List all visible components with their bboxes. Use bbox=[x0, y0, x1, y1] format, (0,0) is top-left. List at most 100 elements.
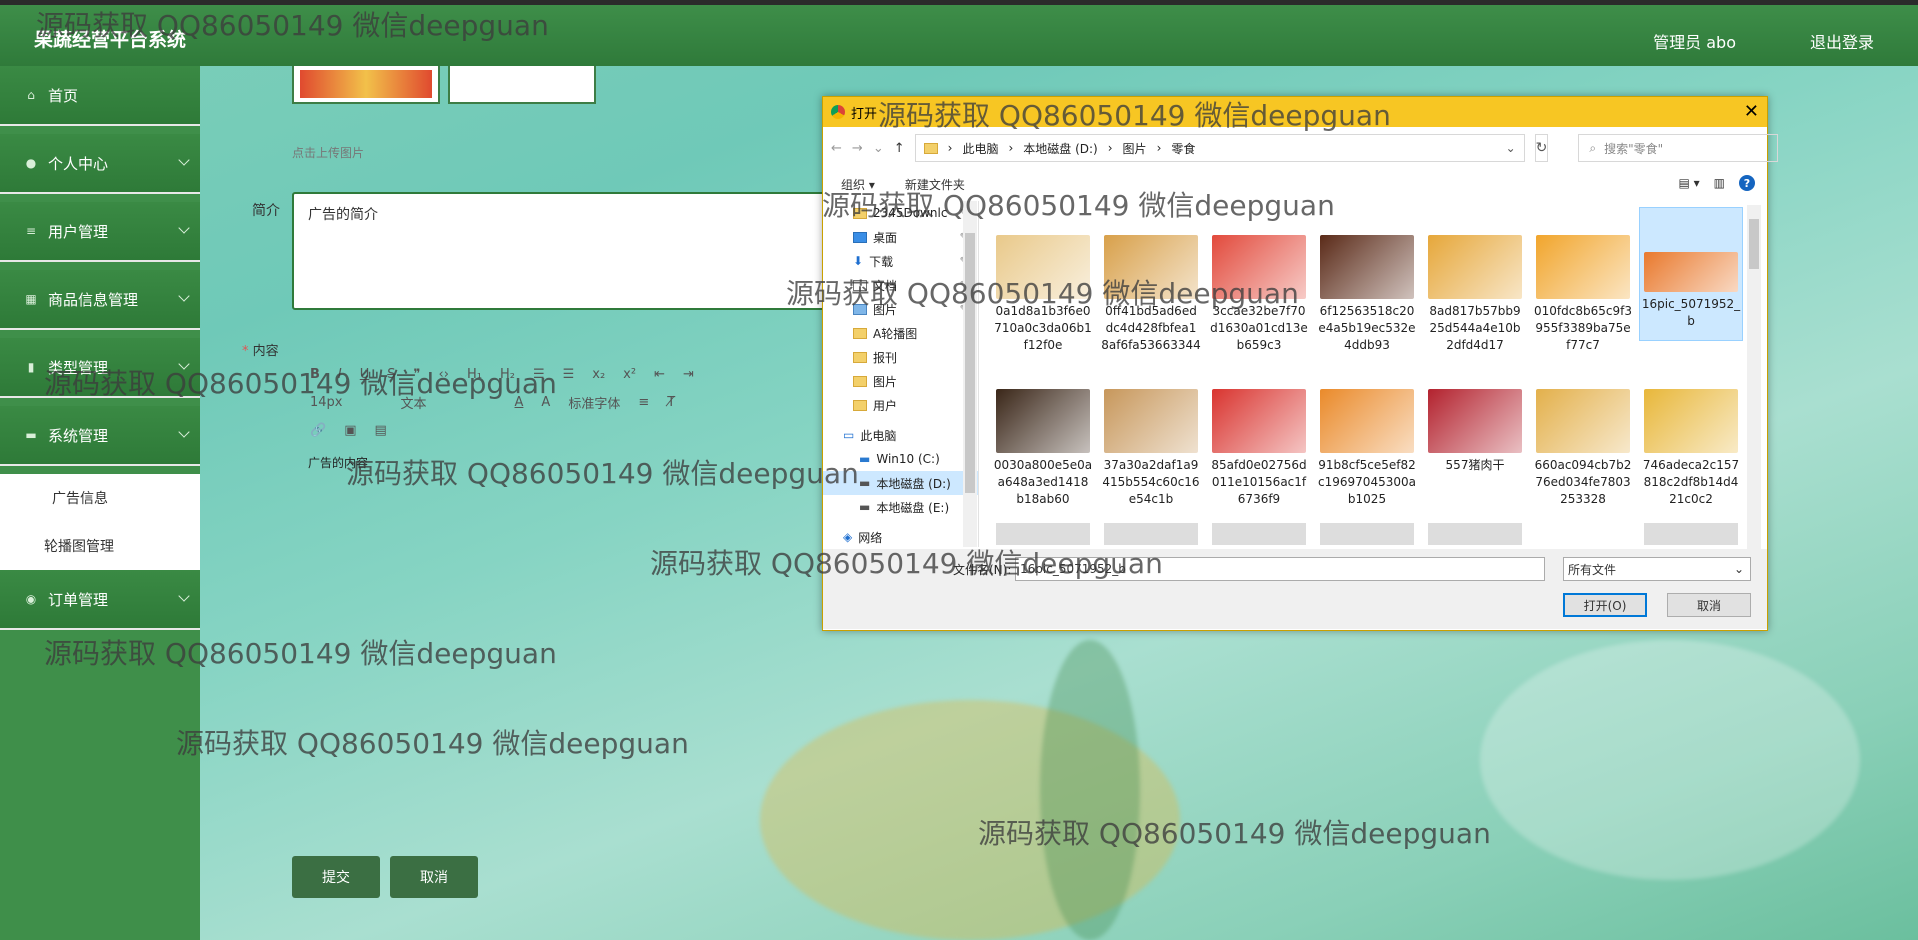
file-item[interactable]: 16pic_5071952_ b bbox=[1639, 207, 1743, 341]
submenu-item-carousel[interactable]: 轮播图管理 bbox=[0, 522, 200, 570]
font-family-select[interactable]: 标准字体 bbox=[568, 393, 620, 412]
system-submenu: 广告信息 轮播图管理 bbox=[0, 474, 200, 570]
image-icon[interactable]: ▣ bbox=[344, 423, 356, 438]
sidebar-item-label: 用户管理 bbox=[48, 222, 109, 241]
logout-link[interactable]: 退出登录 bbox=[1810, 29, 1874, 53]
file-item[interactable]: 8ad817b57bb9 25d544a4e10b 2dfd4d17 bbox=[1423, 211, 1527, 354]
file-item[interactable]: 0030a800e5e0a a648a3ed1418 b18ab60 bbox=[991, 365, 1095, 508]
submenu-item-ad-info[interactable]: 广告信息 bbox=[0, 474, 200, 522]
breadcrumb-item[interactable]: 图片 bbox=[1123, 140, 1147, 157]
search-placeholder: 搜索"零食" bbox=[1604, 141, 1664, 156]
navigation-scrollbar[interactable] bbox=[963, 201, 977, 547]
filetype-select[interactable]: 所有文件 ⌄ bbox=[1563, 557, 1751, 581]
chevron-down-icon bbox=[178, 222, 190, 234]
file-name: 16pic_5071952_ b bbox=[1641, 297, 1741, 328]
file-item[interactable]: 85afd0e02756d 011e10156ac1f 6736f9 bbox=[1207, 365, 1311, 508]
bar-chart-icon: ▮ bbox=[27, 360, 35, 374]
admin-user-label[interactable]: 管理员 abo bbox=[1653, 29, 1736, 53]
file-item[interactable]: 557猪肉干 bbox=[1423, 365, 1527, 474]
chrome-icon bbox=[831, 105, 845, 119]
file-thumbnail bbox=[1644, 252, 1738, 292]
uploaded-image-thumbnail[interactable] bbox=[292, 66, 440, 104]
file-name: 6f12563518c20 e4a5b19ec532e 4ddb93 bbox=[1318, 304, 1416, 352]
sidebar-item-order-management[interactable]: ◉ 订单管理 bbox=[0, 570, 200, 630]
sidebar-item-product-management[interactable]: ▦ 商品信息管理 bbox=[0, 270, 200, 330]
recent-locations-icon[interactable]: ⌄ bbox=[873, 141, 884, 156]
chevron-down-icon bbox=[178, 590, 190, 602]
breadcrumb-item[interactable]: 本地磁盘 (D:) bbox=[1023, 140, 1097, 157]
folder-icon bbox=[853, 375, 867, 387]
nav-item[interactable]: 桌面✎ bbox=[823, 225, 978, 249]
file-thumbnail-partial[interactable] bbox=[1644, 523, 1738, 545]
drive-icon: ▬ bbox=[859, 476, 871, 490]
close-icon[interactable]: ✕ bbox=[1744, 101, 1759, 122]
file-item[interactable]: 010fdc8b65c9f3 955f3389ba75e f77c7 bbox=[1531, 211, 1635, 354]
home-icon: ⌂ bbox=[27, 88, 35, 102]
nav-item[interactable]: ⬇下载✎ bbox=[823, 249, 978, 273]
file-thumbnail bbox=[1428, 389, 1522, 453]
file-item[interactable]: 746adeca2c157 818c2df8b14d4 21c0c2 bbox=[1639, 365, 1743, 508]
windows-drive-icon: ▬ bbox=[859, 452, 871, 466]
cancel-button[interactable]: 取消 bbox=[390, 856, 478, 898]
watermark-text: 源码获取 QQ86050149 微信deepguan bbox=[44, 367, 557, 400]
open-button[interactable]: 打开(O) bbox=[1563, 593, 1647, 617]
file-name: 85afd0e02756d 011e10156ac1f 6736f9 bbox=[1211, 458, 1307, 506]
sidebar-item-personal-center[interactable]: ● 个人中心 bbox=[0, 134, 200, 194]
nav-item[interactable]: 报刊 bbox=[823, 345, 978, 369]
help-icon[interactable]: ? bbox=[1739, 175, 1755, 191]
sidebar-item-label: 个人中心 bbox=[48, 154, 109, 173]
chevron-down-icon bbox=[178, 154, 190, 166]
folder-icon bbox=[853, 327, 867, 339]
nav-item[interactable]: 图片 bbox=[823, 369, 978, 393]
intro-textarea[interactable]: 广告的简介 bbox=[292, 192, 852, 310]
nav-item-drive[interactable]: ▬ 本地磁盘 (E:) bbox=[823, 495, 978, 519]
file-thumbnail bbox=[1644, 389, 1738, 453]
nav-item-this-pc[interactable]: ▭ 此电脑 bbox=[823, 423, 978, 447]
file-grid-scrollbar[interactable] bbox=[1747, 205, 1761, 549]
clear-format-icon[interactable]: T̸ bbox=[667, 395, 675, 410]
superscript-icon[interactable]: x² bbox=[623, 367, 636, 382]
view-options-icon[interactable]: ▤ ▾ bbox=[1678, 176, 1699, 190]
breadcrumb-item[interactable]: 零食 bbox=[1171, 140, 1195, 157]
sidebar-item-system-management[interactable]: ▬ 系统管理 bbox=[0, 406, 200, 466]
file-item[interactable]: 660ac094cb7b2 76ed034fe7803 253328 bbox=[1531, 365, 1635, 508]
sidebar-item-home[interactable]: ⌂ 首页 bbox=[0, 66, 200, 126]
file-thumbnail-partial[interactable] bbox=[1320, 523, 1414, 545]
preview-pane-icon[interactable]: ▥ bbox=[1714, 176, 1725, 190]
dialog-cancel-button[interactable]: 取消 bbox=[1667, 593, 1751, 617]
forward-icon[interactable]: → bbox=[852, 141, 863, 156]
nav-item[interactable]: 用户 bbox=[823, 393, 978, 417]
search-icon: ⌕ bbox=[1589, 140, 1597, 155]
breadcrumb-item[interactable]: 此电脑 bbox=[962, 140, 998, 157]
address-bar[interactable]: › 此电脑 › 本地磁盘 (D:) › 图片 › 零食 ⌄ bbox=[914, 134, 1525, 162]
chevron-down-icon[interactable]: ⌄ bbox=[1506, 141, 1516, 155]
outdent-icon[interactable]: ⇤ bbox=[654, 367, 665, 382]
file-item[interactable]: 37a30a2daf1a9 415b554c60c16 e54c1b bbox=[1099, 365, 1203, 508]
align-icon[interactable]: ≡ bbox=[638, 395, 649, 410]
video-icon[interactable]: ▤ bbox=[374, 423, 386, 438]
indent-icon[interactable]: ⇥ bbox=[683, 367, 694, 382]
file-thumbnail bbox=[996, 389, 1090, 453]
upload-hint[interactable]: 点击上传图片 bbox=[292, 144, 364, 161]
sidebar-item-label: 订单管理 bbox=[48, 590, 109, 609]
sidebar-item-user-management[interactable]: ≡ 用户管理 bbox=[0, 202, 200, 262]
file-thumbnail bbox=[1104, 389, 1198, 453]
submit-button[interactable]: 提交 bbox=[292, 856, 380, 898]
link-icon[interactable]: 🔗 bbox=[310, 423, 326, 438]
file-name: 37a30a2daf1a9 415b554c60c16 e54c1b bbox=[1102, 458, 1200, 506]
refresh-icon[interactable]: ↻ bbox=[1534, 134, 1549, 162]
back-icon[interactable]: ← bbox=[831, 141, 842, 156]
nav-item[interactable]: A轮播图 bbox=[823, 321, 978, 345]
bullet-list-icon[interactable]: ☰ bbox=[563, 367, 575, 382]
image-upload-slot[interactable] bbox=[448, 66, 596, 104]
file-thumbnail-partial[interactable] bbox=[1428, 523, 1522, 545]
file-item[interactable]: 6f12563518c20 e4a5b19ec532e 4ddb93 bbox=[1315, 211, 1419, 354]
up-icon[interactable]: ↑ bbox=[894, 141, 905, 156]
list-icon: ≡ bbox=[25, 224, 37, 238]
file-thumbnail-partial[interactable] bbox=[1212, 523, 1306, 545]
search-input[interactable]: ⌕ 搜索"零食" bbox=[1578, 134, 1779, 162]
subscript-icon[interactable]: x₂ bbox=[592, 367, 605, 382]
file-item[interactable]: 91b8cf5ce5ef82 c19697045300a b1025 bbox=[1315, 365, 1419, 508]
file-grid: 0a1d8a1b3f6e0 710a0c3da06b1 f12f0e 0ff41b… bbox=[987, 205, 1747, 545]
watermark-text: 源码获取 QQ86050149 微信deepguan bbox=[176, 727, 689, 760]
